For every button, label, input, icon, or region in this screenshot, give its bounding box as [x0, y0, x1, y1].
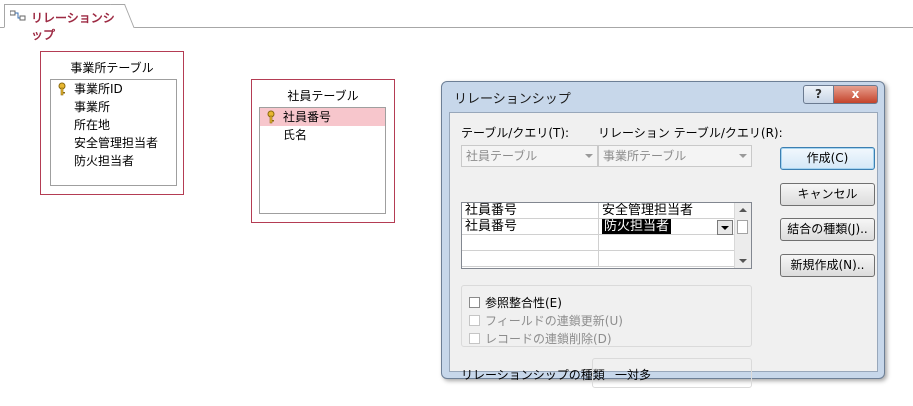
scroll-down-icon[interactable]	[739, 259, 747, 263]
create-new-button[interactable]: 新規作成(N)..	[780, 254, 875, 277]
create-button[interactable]: 作成(C)	[780, 147, 875, 170]
field-item[interactable]: 安全管理担当者	[51, 134, 176, 152]
table-office[interactable]: 事業所テーブル 事業所ID 事業所 所在地 安全管理担当者 防火担当者	[40, 51, 184, 195]
field-item[interactable]: 氏名	[260, 126, 385, 144]
field-list[interactable]: 事業所ID 事業所 所在地 安全管理担当者 防火担当者	[50, 79, 177, 186]
field-item[interactable]: 防火担当者	[51, 152, 176, 170]
cancel-button[interactable]: キャンセル	[780, 183, 875, 206]
help-button[interactable]: ?	[803, 85, 834, 104]
table-title: 社員テーブル	[287, 89, 359, 103]
checkbox-box[interactable]	[469, 297, 480, 308]
field-item-selected[interactable]: 社員番号	[260, 108, 385, 126]
related-table-query-select[interactable]: 事業所テーブル	[598, 145, 752, 167]
checkbox-box	[469, 315, 480, 326]
grid-cell[interactable]	[462, 235, 599, 251]
field-name: 事業所ID	[74, 82, 123, 96]
dropdown-button[interactable]	[717, 220, 733, 235]
field-name: 社員番号	[283, 110, 332, 124]
checkbox-label: 参照整合性(E)	[485, 296, 562, 310]
grid-cell-editing[interactable]: 防火担当者	[599, 219, 736, 235]
relationship-type-label: リレーションシップの種類	[461, 368, 605, 382]
close-icon: x	[851, 87, 860, 101]
grid-cell[interactable]	[599, 251, 736, 267]
checkbox-box	[469, 333, 480, 344]
field-name: 事業所	[74, 100, 111, 114]
primary-key-icon	[267, 110, 275, 124]
table-query-select[interactable]: 社員テーブル	[461, 145, 598, 167]
field-item[interactable]: 事業所ID	[51, 80, 176, 98]
scroll-up-icon[interactable]	[739, 208, 747, 212]
field-list[interactable]: 社員番号 氏名	[259, 107, 386, 214]
grid-cell[interactable]: 社員番号	[462, 219, 599, 235]
relationships-icon	[10, 10, 26, 21]
field-item[interactable]: 事業所	[51, 98, 176, 116]
table-title: 事業所テーブル	[70, 61, 154, 75]
primary-key-icon	[58, 82, 66, 96]
relationship-type-box: 一対多	[592, 358, 752, 388]
related-table-query-label: リレーション テーブル/クエリ(R):	[598, 126, 783, 140]
dialog-title: リレーションシップ	[454, 92, 571, 107]
checkbox-label: フィールドの連鎖更新(U)	[485, 314, 623, 328]
select-value: 事業所テーブル	[603, 149, 687, 163]
tab-label: リレーションシップ	[31, 11, 115, 42]
grid-cell[interactable]: 安全管理担当者	[599, 203, 736, 219]
vertical-scrollbar[interactable]	[734, 203, 751, 268]
integrity-options: 参照整合性(E) フィールドの連鎖更新(U) レコードの連鎖削除(D)	[461, 285, 752, 347]
grid-cell[interactable]	[599, 235, 736, 251]
chevron-down-icon	[739, 154, 747, 158]
grid-cell[interactable]	[462, 251, 599, 267]
relationship-dialog: リレーションシップ ? x テーブル/クエリ(T): リレーション テーブル/ク…	[441, 81, 885, 388]
dialog-body: テーブル/クエリ(T): リレーション テーブル/クエリ(R): 社員テーブル …	[449, 112, 878, 388]
chevron-down-icon	[585, 154, 593, 158]
field-name: 防火担当者	[74, 154, 135, 168]
select-value: 社員テーブル	[466, 149, 538, 163]
grid-cell[interactable]: 社員番号	[462, 203, 599, 219]
field-item[interactable]: 所在地	[51, 116, 176, 134]
close-button[interactable]: x	[833, 85, 878, 104]
document-tab-strip: リレーションシップ	[0, 0, 913, 42]
field-name: 所在地	[74, 118, 111, 132]
field-name: 氏名	[283, 128, 308, 142]
table-employee[interactable]: 社員テーブル 社員番号 氏名	[251, 79, 395, 223]
relationships-tab[interactable]: リレーションシップ	[4, 4, 122, 42]
table-query-label: テーブル/クエリ(T):	[461, 126, 570, 140]
join-type-button[interactable]: 結合の種類(J)..	[780, 218, 875, 241]
field-name: 安全管理担当者	[74, 136, 159, 150]
field-mapping-grid[interactable]: 社員番号 安全管理担当者 社員番号 防火担当者	[461, 202, 752, 269]
scroll-thumb[interactable]	[737, 220, 748, 234]
checkbox-label: レコードの連鎖削除(D)	[485, 332, 612, 346]
relationship-type-value: 一対多	[615, 368, 652, 382]
